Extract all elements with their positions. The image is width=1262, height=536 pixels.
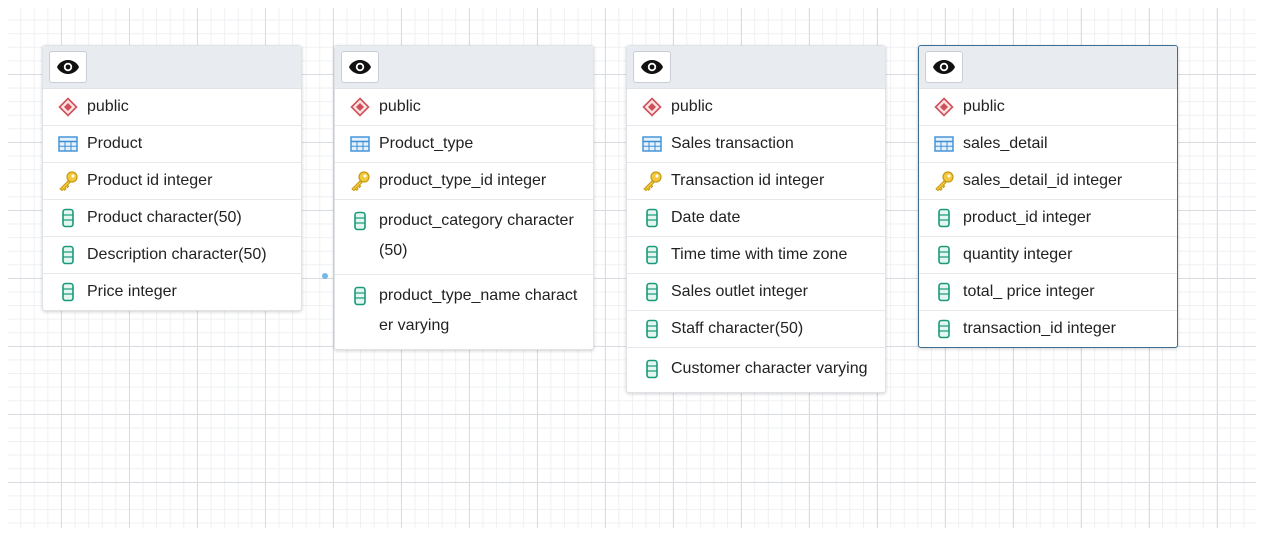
table-name: Product_type — [379, 135, 474, 152]
column-cylinder-icon — [641, 245, 663, 265]
column-text: sales_detail_id integer — [963, 172, 1123, 189]
column-row[interactable]: Transaction id integer — [627, 163, 885, 200]
table-name-row[interactable]: sales_detail — [919, 126, 1177, 163]
table-name-row[interactable]: Product — [43, 126, 301, 163]
schema-row[interactable]: public — [335, 89, 593, 126]
schema-name: public — [87, 98, 129, 115]
column-text: Description character(50) — [87, 246, 267, 263]
column-row[interactable]: Time time with time zone — [627, 237, 885, 274]
column-cylinder-icon — [641, 354, 663, 384]
column-row[interactable]: Price integer — [43, 274, 301, 310]
table-grid-icon — [933, 134, 955, 154]
table-name-row[interactable]: Sales transaction — [627, 126, 885, 163]
schema-diamond-icon — [641, 97, 663, 117]
column-text: transaction_id integer — [963, 320, 1116, 337]
schema-diamond-icon — [349, 97, 371, 117]
table-name-row[interactable]: Product_type — [335, 126, 593, 163]
erd-canvas[interactable]: public Product Product id integer Produc… — [8, 8, 1256, 528]
column-row[interactable]: Description character(50) — [43, 237, 301, 274]
column-cylinder-icon — [57, 245, 79, 265]
column-row[interactable]: product_id integer — [919, 200, 1177, 237]
toggle-details-button[interactable] — [633, 51, 671, 83]
primary-key-icon — [57, 171, 79, 191]
column-row[interactable]: Date date — [627, 200, 885, 237]
toggle-details-button[interactable] — [341, 51, 379, 83]
schema-name: public — [379, 98, 421, 115]
column-text: product_type_id integer — [379, 172, 547, 189]
column-row[interactable]: Product id integer — [43, 163, 301, 200]
column-cylinder-icon — [933, 245, 955, 265]
table-node-sales-detail[interactable]: public sales_detail sales_detail_id inte… — [918, 45, 1178, 348]
eye-icon — [349, 60, 371, 74]
table-header — [43, 46, 301, 89]
column-cylinder-icon — [57, 208, 79, 228]
table-name: Product — [87, 135, 143, 152]
column-text: Price integer — [87, 283, 177, 300]
table-node-product-type[interactable]: public Product_type product_type_id inte… — [334, 45, 594, 350]
column-text: product_category character(50) — [379, 212, 574, 259]
column-text: Customer character varying — [671, 360, 868, 377]
schema-row[interactable]: public — [627, 89, 885, 126]
schema-diamond-icon — [933, 97, 955, 117]
table-header — [335, 46, 593, 89]
column-row[interactable]: sales_detail_id integer — [919, 163, 1177, 200]
column-cylinder-icon — [641, 282, 663, 302]
column-row[interactable]: product_type_name character varying — [335, 275, 593, 349]
schema-diamond-icon — [57, 97, 79, 117]
schema-row[interactable]: public — [43, 89, 301, 126]
table-name: sales_detail — [963, 135, 1048, 152]
column-cylinder-icon — [349, 281, 371, 311]
column-row[interactable]: quantity integer — [919, 237, 1177, 274]
column-cylinder-icon — [641, 208, 663, 228]
toggle-details-button[interactable] — [925, 51, 963, 83]
eye-icon — [933, 60, 955, 74]
schema-name: public — [671, 98, 713, 115]
column-row[interactable]: product_category character(50) — [335, 200, 593, 275]
table-grid-icon — [641, 134, 663, 154]
primary-key-icon — [641, 171, 663, 191]
table-node-product[interactable]: public Product Product id integer Produc… — [42, 45, 302, 311]
eye-icon — [57, 60, 79, 74]
table-header — [919, 46, 1177, 89]
column-text: Date date — [671, 209, 741, 226]
column-cylinder-icon — [933, 208, 955, 228]
column-row[interactable]: transaction_id integer — [919, 311, 1177, 347]
column-text: Transaction id integer — [671, 172, 825, 189]
primary-key-icon — [349, 171, 371, 191]
toggle-details-button[interactable] — [49, 51, 87, 83]
link-port-dot[interactable] — [322, 273, 328, 279]
column-text: Product character(50) — [87, 209, 242, 226]
schema-row[interactable]: public — [919, 89, 1177, 126]
column-text: Staff character(50) — [671, 320, 804, 337]
column-cylinder-icon — [57, 282, 79, 302]
column-cylinder-icon — [641, 319, 663, 339]
column-row[interactable]: Sales outlet integer — [627, 274, 885, 311]
column-text: quantity integer — [963, 246, 1073, 263]
column-row[interactable]: product_type_id integer — [335, 163, 593, 200]
column-text: product_id integer — [963, 209, 1092, 226]
column-cylinder-icon — [933, 282, 955, 302]
column-cylinder-icon — [349, 206, 371, 236]
primary-key-icon — [933, 171, 955, 191]
table-header — [627, 46, 885, 89]
column-text: total_ price integer — [963, 283, 1095, 300]
eye-icon — [641, 60, 663, 74]
column-row[interactable]: Product character(50) — [43, 200, 301, 237]
column-row[interactable]: Staff character(50) — [627, 311, 885, 348]
schema-name: public — [963, 98, 1005, 115]
column-cylinder-icon — [933, 319, 955, 339]
column-row[interactable]: Customer character varying — [627, 348, 885, 392]
column-text: Sales outlet integer — [671, 283, 808, 300]
column-text: product_type_name character varying — [379, 287, 578, 334]
column-row[interactable]: total_ price integer — [919, 274, 1177, 311]
column-text: Time time with time zone — [671, 246, 848, 263]
table-grid-icon — [349, 134, 371, 154]
column-text: Product id integer — [87, 172, 213, 189]
table-name: Sales transaction — [671, 135, 794, 152]
table-node-sales-transaction[interactable]: public Sales transaction Transaction id … — [626, 45, 886, 393]
table-grid-icon — [57, 134, 79, 154]
